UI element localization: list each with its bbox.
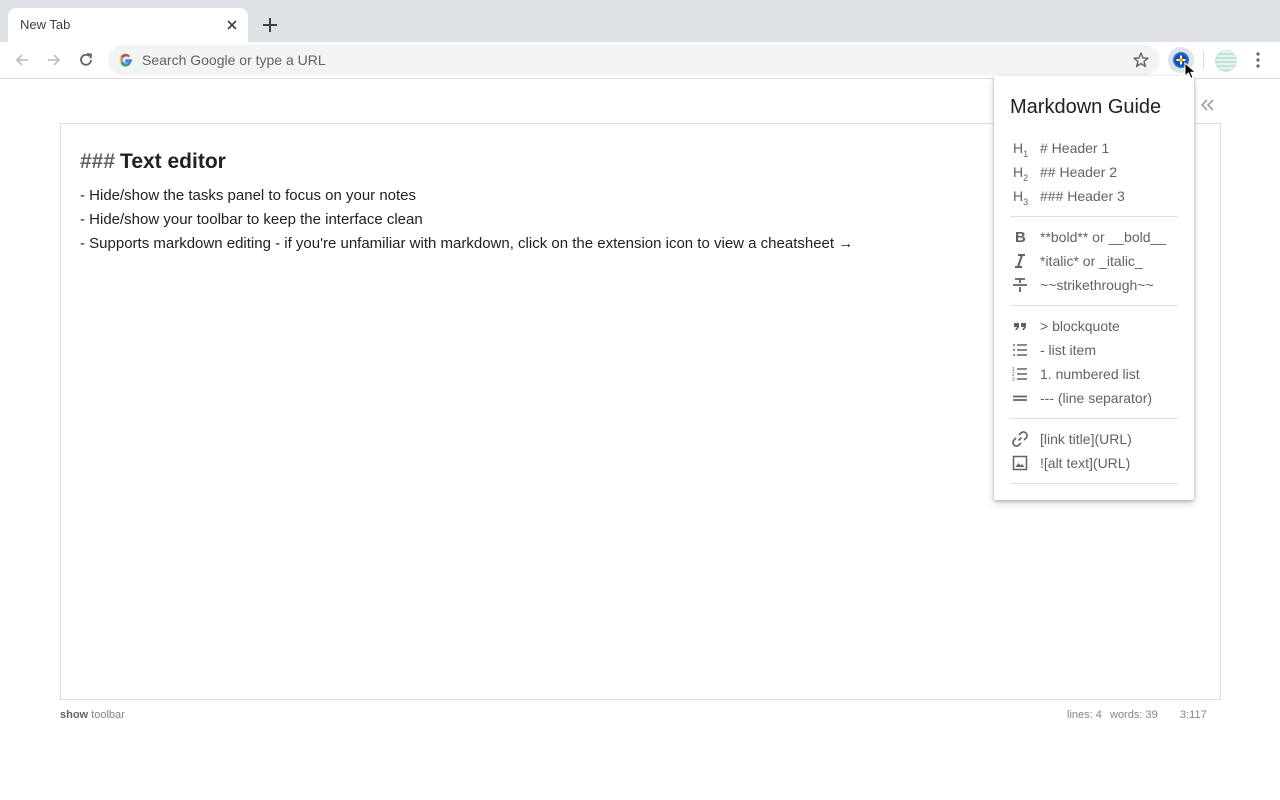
editor-line: - Hide/show the tasks panel to focus on … — [80, 187, 417, 204]
more-menu-icon[interactable] — [1250, 51, 1266, 69]
guide-item-label: > blockquote — [1040, 318, 1120, 334]
toolbar-separator — [1203, 51, 1204, 69]
guide-item-label: ## Header 2 — [1040, 164, 1118, 180]
heading-2-icon: H2 — [1013, 164, 1029, 183]
word-count: words: 39 — [1110, 709, 1158, 721]
heading-3-icon: H3 — [1013, 188, 1029, 207]
guide-item-blockquote: > blockquote — [1010, 315, 1185, 337]
guide-item-list: - list item — [1010, 339, 1185, 361]
numbered-list-icon: 1 2 3 — [1012, 367, 1027, 383]
list-icon — [1013, 344, 1027, 356]
guide-item-label: *italic* or _italic_ — [1040, 253, 1143, 269]
divider — [1010, 418, 1178, 419]
close-icon[interactable] — [224, 17, 240, 33]
show-toolbar-toggle[interactable]: show toolbar — [60, 709, 125, 721]
new-tab-plus-icon[interactable] — [260, 15, 280, 35]
heading-1-icon: H1 — [1013, 140, 1029, 159]
editor-line: - Supports markdown editing - if you're … — [80, 235, 854, 252]
heading-text: Text editor — [120, 150, 226, 173]
svg-text:3: 3 — [1012, 377, 1015, 383]
guide-item-label: 1. numbered list — [1040, 366, 1140, 382]
divider — [1010, 483, 1178, 484]
popup-title: Markdown Guide — [1010, 96, 1162, 118]
guide-item-header-2: H2 ## Header 2 — [1010, 161, 1185, 183]
back-icon[interactable] — [13, 51, 31, 69]
guide-item-strikethrough: ~~strikethrough~~ — [1010, 274, 1185, 296]
quote-icon — [1014, 323, 1026, 330]
italic-icon — [1015, 254, 1025, 268]
editor-heading: ### Text editor — [80, 150, 226, 174]
guide-item-label: - list item — [1040, 342, 1096, 358]
editor-line: - Hide/show your toolbar to keep the int… — [80, 211, 423, 228]
separator-icon — [1013, 395, 1027, 401]
bold-icon: B — [1015, 229, 1026, 246]
collapse-panel-icon[interactable] — [1198, 96, 1216, 114]
guide-item-bold: B **bold** or __bold__ — [1010, 226, 1185, 248]
bookmark-star-icon[interactable] — [1132, 51, 1150, 69]
strikethrough-icon — [1013, 278, 1027, 292]
link-icon — [1012, 431, 1028, 447]
show-label: show — [60, 709, 89, 721]
guide-item-numbered-list: 1 2 3 1. numbered list — [1010, 363, 1185, 385]
guide-item-label: --- (line separator) — [1040, 390, 1153, 406]
toolbar-label: toolbar — [91, 709, 125, 721]
svg-text:B: B — [1015, 229, 1026, 246]
forward-icon[interactable] — [45, 51, 63, 69]
reload-icon[interactable] — [77, 51, 95, 69]
avatar[interactable] — [1215, 50, 1237, 72]
guide-item-label: # Header 1 — [1040, 140, 1110, 156]
tab-strip: New Tab — [0, 0, 1280, 42]
heading-hash: ### — [80, 150, 116, 173]
guide-item-label: **bold** or __bold__ — [1040, 229, 1167, 245]
omnibox-placeholder: Search Google or type a URL — [142, 52, 326, 68]
image-icon — [1012, 455, 1028, 471]
tab-new-tab[interactable]: New Tab — [8, 8, 248, 42]
guide-item-separator: --- (line separator) — [1010, 387, 1185, 409]
guide-item-header-3: H3 ### Header 3 — [1010, 185, 1185, 207]
cursor-position: 3:117 — [1180, 709, 1207, 721]
browser-toolbar: Search Google or type a URL — [0, 42, 1280, 79]
divider — [1010, 305, 1178, 306]
guide-item-image: ![alt text](URL) — [1010, 452, 1185, 474]
line-count: lines: 4 — [1067, 709, 1102, 721]
guide-item-italic: *italic* or _italic_ — [1010, 250, 1185, 272]
guide-item-link: [link title](URL) — [1010, 428, 1185, 450]
guide-item-label: ### Header 3 — [1040, 188, 1125, 204]
divider — [1010, 216, 1178, 217]
tab-title: New Tab — [20, 17, 71, 32]
guide-item-header-1: H1 # Header 1 — [1010, 137, 1185, 159]
mouse-cursor-icon — [1184, 62, 1197, 80]
omnibox[interactable]: Search Google or type a URL — [108, 45, 1160, 75]
guide-item-label: ~~strikethrough~~ — [1040, 277, 1154, 293]
guide-item-label: ![alt text](URL) — [1040, 455, 1131, 471]
google-g-icon — [119, 53, 132, 67]
markdown-guide-popup: Markdown Guide H1 # Header 1 H2 ## Heade… — [994, 76, 1194, 500]
guide-item-label: [link title](URL) — [1040, 431, 1132, 447]
